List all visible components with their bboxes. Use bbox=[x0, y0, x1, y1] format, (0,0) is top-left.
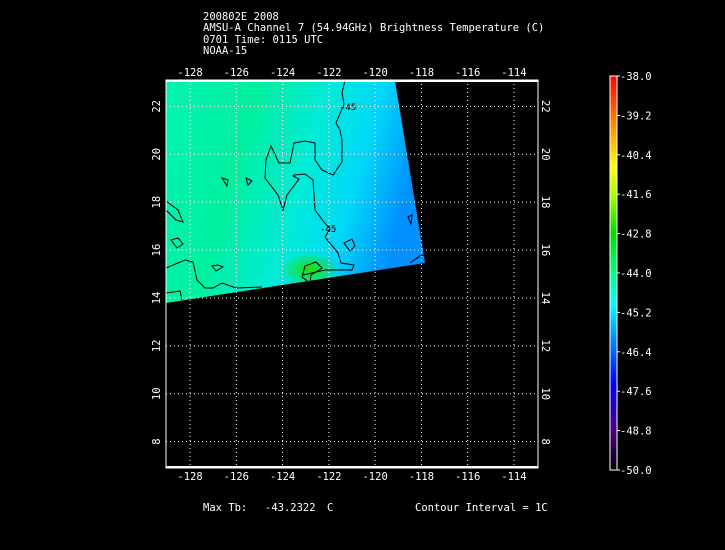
y-tick-label-left: 22 bbox=[151, 100, 163, 113]
x-tick-label-top: -114 bbox=[501, 67, 526, 79]
max-tb-label: Max Tb: bbox=[203, 502, 248, 514]
colorbar-label: -50.0 bbox=[620, 465, 652, 477]
x-tick-label-bottom: -126 bbox=[224, 471, 249, 483]
y-tick-label-left: 8 bbox=[151, 438, 163, 444]
x-tick-label-bottom: -122 bbox=[316, 471, 341, 483]
colorbar-label: -41.6 bbox=[620, 189, 652, 201]
y-tick-label-left: 10 bbox=[151, 387, 163, 400]
colorbar bbox=[609, 75, 618, 471]
x-tick-label-bottom: -114 bbox=[501, 471, 526, 483]
max-tb-unit: C bbox=[327, 502, 334, 514]
x-tick-label-bottom: -120 bbox=[362, 471, 387, 483]
x-tick-label-top: -122 bbox=[316, 67, 341, 79]
x-tick-label-bottom: -118 bbox=[409, 471, 434, 483]
x-tick-label-bottom: -124 bbox=[270, 471, 295, 483]
x-tick-label-top: -116 bbox=[455, 67, 480, 79]
colorbar-label: -39.2 bbox=[620, 110, 652, 122]
colorbar-label: -46.4 bbox=[620, 347, 652, 359]
x-tick-label-top: -118 bbox=[409, 67, 434, 79]
map-plot: -45 -45 -128 -128 -126 -126 -124 -124 -122 -122… bbox=[151, 67, 652, 483]
x-tick-label-bottom: -116 bbox=[455, 471, 480, 483]
y-tick-label-right: 20 bbox=[539, 148, 551, 161]
colorbar-label: -45.2 bbox=[620, 307, 652, 319]
colorbar-label: -40.4 bbox=[620, 150, 652, 162]
x-tick-label-bottom: -128 bbox=[177, 471, 202, 483]
y-tick-label-right: 12 bbox=[539, 340, 551, 353]
top-edge bbox=[166, 80, 538, 82]
y-tick-label-right: 22 bbox=[539, 100, 551, 113]
y-tick-label-left: 14 bbox=[151, 292, 163, 305]
colorbar-label: -42.8 bbox=[620, 229, 652, 241]
y-tick-label-left: 16 bbox=[151, 244, 163, 257]
x-tick-label-top: -124 bbox=[270, 67, 295, 79]
x-tick-label-top: -120 bbox=[362, 67, 387, 79]
y-tick-label-right: 16 bbox=[539, 244, 551, 257]
y-tick-label-right: 18 bbox=[539, 196, 551, 209]
y-tick-label-left: 20 bbox=[151, 148, 163, 161]
y-tick-label-right: 8 bbox=[539, 438, 551, 444]
y-tick-label-left: 18 bbox=[151, 196, 163, 209]
bottom-edge bbox=[166, 466, 538, 468]
contour-label: -45 bbox=[320, 225, 336, 235]
x-tick-label-top: -126 bbox=[224, 67, 249, 79]
colorbar-label: -47.6 bbox=[620, 386, 652, 398]
x-tick-label-top: -128 bbox=[177, 67, 202, 79]
colorbar-label: -48.8 bbox=[620, 426, 652, 438]
max-tb-value: -43.2322 bbox=[265, 502, 316, 514]
y-tick-label-left: 12 bbox=[151, 340, 163, 353]
y-tick-label-right: 10 bbox=[539, 387, 551, 400]
colorbar-label: -44.0 bbox=[620, 268, 652, 280]
colorbar-label: -38.0 bbox=[620, 71, 652, 83]
y-tick-label-right: 14 bbox=[539, 292, 551, 305]
contour-interval: Contour Interval = 1C bbox=[415, 502, 548, 514]
contour-label: -45 bbox=[340, 103, 356, 113]
